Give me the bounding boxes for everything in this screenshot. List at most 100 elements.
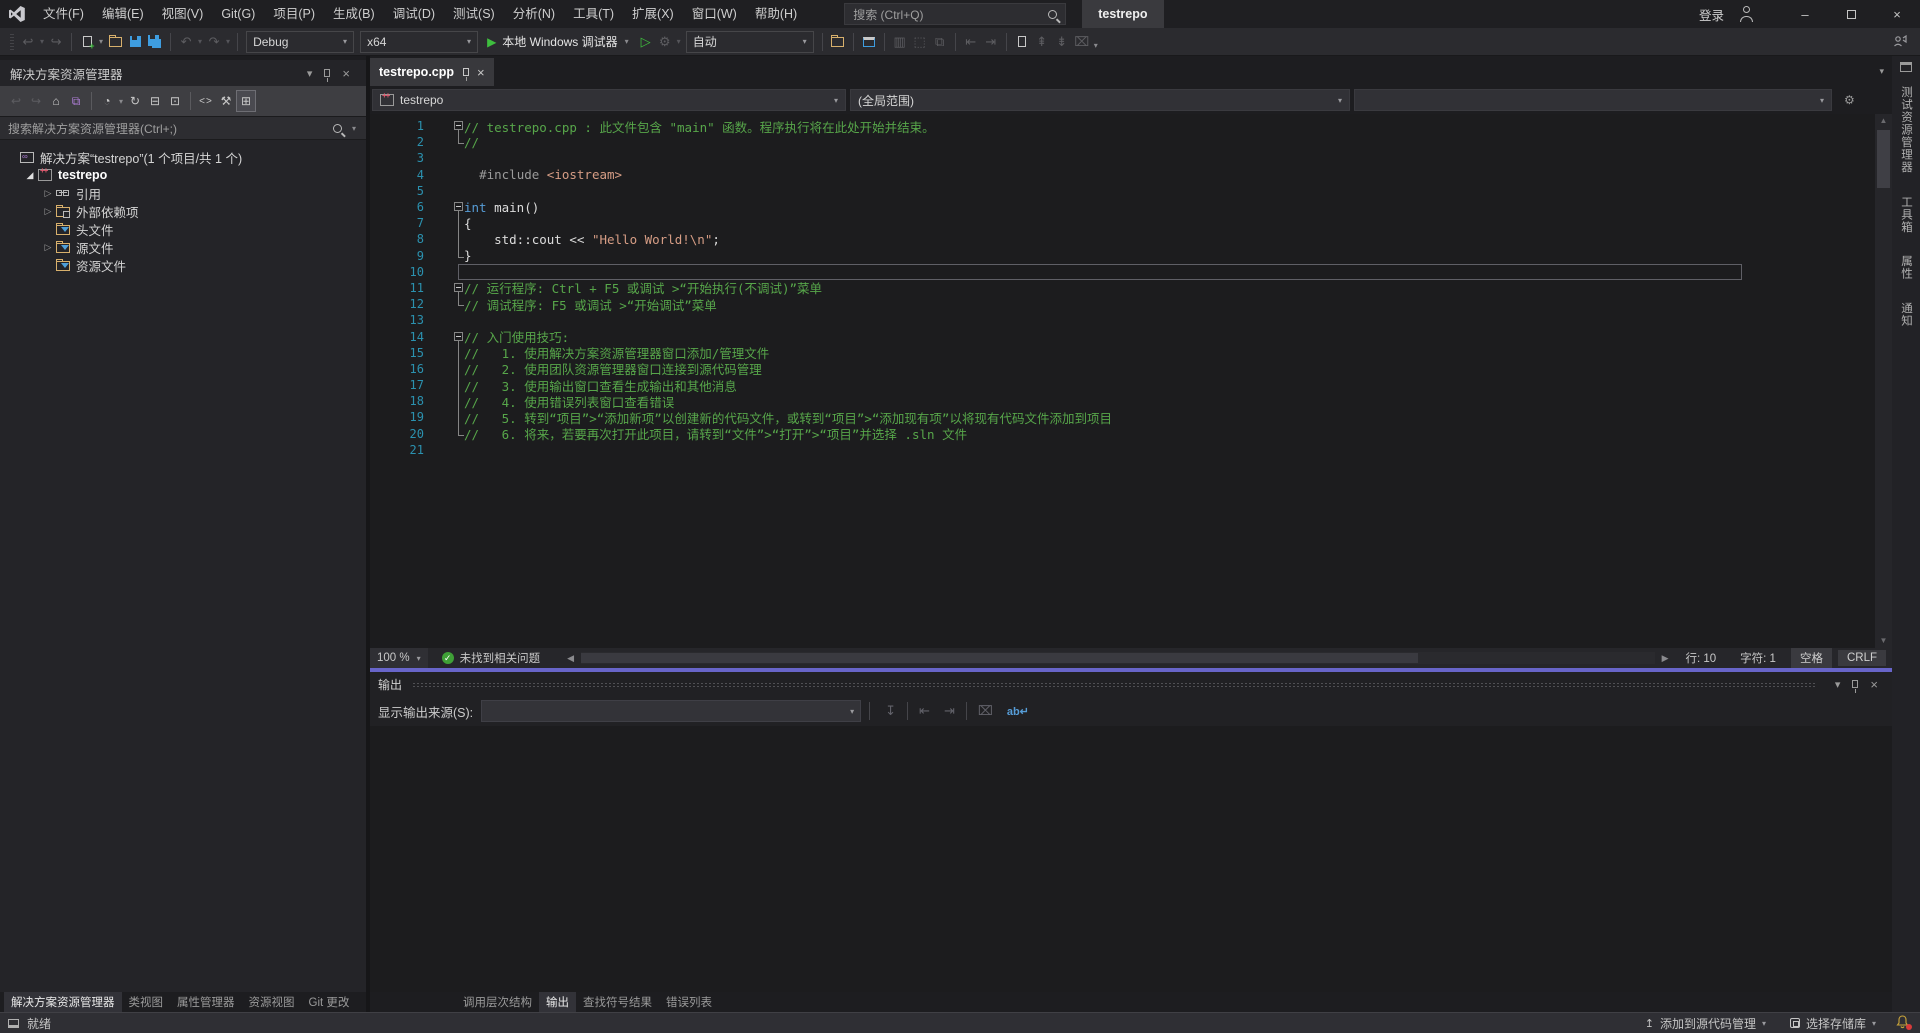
clear-bookmarks-icon[interactable]: ⌧ — [1072, 31, 1092, 53]
next-message-icon[interactable]: ⇥ — [937, 703, 962, 719]
previous-bookmark-icon[interactable]: ⇞ — [1032, 31, 1052, 53]
bottom-panel-tab-3[interactable]: 错误列表 — [659, 992, 719, 1012]
tree-item[interactable]: ▷引用 — [0, 184, 366, 202]
collapsed-arrow-icon[interactable]: ▷ — [42, 206, 54, 217]
active-files-caret-icon[interactable]: ▾ — [1879, 66, 1884, 77]
menu-item-2[interactable]: 视图(V) — [153, 0, 213, 28]
se-show-all-files-icon[interactable]: ⊞ — [236, 90, 256, 112]
eol-indicator[interactable]: CRLF — [1838, 650, 1886, 666]
output-position-caret-icon[interactable]: ▾ — [1829, 678, 1847, 691]
se-forward-icon[interactable]: ↪ — [26, 90, 46, 112]
menu-item-6[interactable]: 调试(D) — [384, 0, 444, 28]
find-in-files-icon[interactable] — [828, 31, 848, 53]
vertical-scroll-thumb[interactable] — [1877, 130, 1890, 188]
zoom-dropdown[interactable]: 100 %▾ — [370, 648, 428, 668]
code-line[interactable]: 13 — [370, 312, 1875, 328]
select-repository-button[interactable]: 选择存储库 ▾ — [1780, 1013, 1886, 1033]
solution-platform-dropdown[interactable]: x64▾ — [360, 31, 478, 53]
code-line[interactable]: 12// 调试程序: F5 或调试 >“开始调试”菜单 — [370, 296, 1875, 312]
hscroll-left-arrow-icon[interactable]: ◀ — [562, 653, 579, 664]
se-search-caret[interactable]: ▾ — [350, 124, 358, 133]
code-line[interactable]: 11// 运行程序: Ctrl + F5 或调试 >“开始执行(不调试)”菜单 — [370, 280, 1875, 296]
menu-item-9[interactable]: 工具(T) — [564, 0, 623, 28]
menu-item-5[interactable]: 生成(B) — [324, 0, 384, 28]
output-close-icon[interactable]: × — [1864, 677, 1884, 692]
select-element-icon[interactable]: ⬚ — [910, 31, 930, 53]
window-position-caret-icon[interactable]: ▾ — [301, 67, 319, 80]
se-pending-caret[interactable]: ▾ — [117, 97, 125, 106]
tab-pin-icon[interactable] — [463, 68, 469, 76]
notifications-bell-icon[interactable] — [1896, 1015, 1912, 1031]
tree-item[interactable]: ▷源文件 — [0, 238, 366, 256]
toolbar-grip[interactable] — [10, 34, 14, 50]
toggle-bookmark-icon[interactable] — [1012, 31, 1032, 53]
left-dock-tab-1[interactable]: 类视图 — [122, 992, 171, 1012]
output-source-dropdown[interactable]: ▾ — [481, 700, 861, 722]
document-tab-testrepo-cpp[interactable]: testrepo.cpp × — [370, 58, 494, 86]
bottom-panel-tab-1[interactable]: 输出 — [539, 992, 576, 1012]
start-debugging-button[interactable]: ▶ 本地 Windows 调试器 ▾ — [481, 31, 637, 53]
se-refresh-icon[interactable]: ↻ — [125, 90, 145, 112]
copy-code-icon[interactable]: ⧉ — [930, 31, 950, 53]
navigate-forward-icon[interactable]: ↪ — [46, 31, 66, 53]
clear-all-output-icon[interactable]: ⌧ — [971, 703, 1000, 719]
se-collapse-all-icon[interactable]: ⊟ — [145, 90, 165, 112]
start-without-debugging-icon[interactable]: ▷ — [637, 34, 655, 50]
menu-item-7[interactable]: 测试(S) — [444, 0, 504, 28]
editor-horizontal-scrollbar[interactable] — [581, 652, 1655, 664]
solution-explorer-search[interactable]: 搜索解决方案资源管理器(Ctrl+;) ▾ — [0, 116, 366, 140]
navigate-back-caret[interactable]: ▾ — [38, 37, 46, 46]
word-wrap-icon[interactable]: ab↵ — [1000, 705, 1036, 718]
project-dropdown[interactable]: testrepo ▾ — [372, 89, 846, 111]
scroll-down-arrow-icon[interactable]: ▼ — [1875, 634, 1892, 648]
undo-caret[interactable]: ▾ — [196, 37, 204, 46]
collapsed-arrow-icon[interactable]: ▷ — [42, 188, 54, 199]
close-button[interactable]: × — [1874, 0, 1920, 28]
increase-indent-icon[interactable]: ⇥ — [981, 31, 1001, 53]
attach-to-process-icon[interactable]: ⚙ — [655, 31, 675, 53]
se-switch-views-icon[interactable]: ⧉ — [66, 90, 86, 112]
previous-message-icon[interactable]: ⇤ — [912, 703, 937, 719]
code-line[interactable]: 14// 入门使用技巧: — [370, 328, 1875, 344]
code-line[interactable]: 15// 1. 使用解决方案资源管理器窗口添加/管理文件 — [370, 345, 1875, 361]
attach-caret[interactable]: ▾ — [675, 37, 683, 46]
right-autohide-tab-1[interactable]: 工具箱 — [1898, 196, 1914, 234]
open-file-icon[interactable] — [105, 31, 125, 53]
next-bookmark-icon[interactable]: ⇟ — [1052, 31, 1072, 53]
left-dock-tab-3[interactable]: 资源视图 — [242, 992, 302, 1012]
menu-item-3[interactable]: Git(G) — [212, 0, 264, 28]
code-line[interactable]: 7{ — [370, 215, 1875, 231]
code-line[interactable]: 2// — [370, 134, 1875, 150]
redo-caret[interactable]: ▾ — [224, 37, 232, 46]
menu-item-11[interactable]: 窗口(W) — [683, 0, 746, 28]
tree-item[interactable]: ◢testrepo — [0, 166, 366, 184]
code-line[interactable]: 8 std::cout << "Hello World!\n"; — [370, 231, 1875, 247]
auto-attach-dropdown[interactable]: 自动▾ — [686, 31, 814, 53]
code-line[interactable]: 4 #include <iostream> — [370, 167, 1875, 183]
window-layout-icon[interactable] — [859, 31, 879, 53]
tree-item[interactable]: 资源文件 — [0, 256, 366, 274]
undo-icon[interactable]: ↶ — [176, 31, 196, 53]
panel-close-icon[interactable]: × — [336, 66, 356, 81]
code-line[interactable]: 1// testrepo.cpp : 此文件包含 "main" 函数。程序执行将… — [370, 118, 1875, 134]
menu-item-4[interactable]: 项目(P) — [264, 0, 324, 28]
bottom-panel-tab-0[interactable]: 调用层次结构 — [456, 992, 539, 1012]
navbar-settings-gear-icon[interactable]: ⚙ — [1844, 93, 1855, 107]
account-avatar-icon[interactable] — [1738, 5, 1756, 23]
minimize-button[interactable]: – — [1782, 0, 1828, 28]
member-dropdown[interactable]: ▾ — [1354, 89, 1832, 111]
bottom-panel-tab-2[interactable]: 查找符号结果 — [576, 992, 659, 1012]
left-dock-tab-0[interactable]: 解决方案资源管理器 — [4, 992, 122, 1012]
output-pin-icon[interactable] — [1846, 680, 1864, 688]
save-icon[interactable] — [125, 31, 145, 53]
fold-collapse-icon[interactable] — [454, 332, 463, 341]
toolbar-overflow-caret[interactable]: ▾ — [1092, 41, 1100, 50]
scope-dropdown[interactable]: (全局范围) ▾ — [850, 89, 1350, 111]
performance-profiler-icon[interactable]: ▥ — [890, 31, 910, 53]
scroll-to-end-icon[interactable]: ↧ — [878, 703, 903, 719]
code-line[interactable]: 20// 6. 将来，若要再次打开此项目，请转到“文件”>“打开”>“项目”并选… — [370, 426, 1875, 442]
left-dock-tab-2[interactable]: 属性管理器 — [170, 992, 242, 1012]
se-back-icon[interactable]: ↩ — [6, 90, 26, 112]
code-line[interactable]: 3 — [370, 150, 1875, 166]
menu-item-8[interactable]: 分析(N) — [504, 0, 564, 28]
